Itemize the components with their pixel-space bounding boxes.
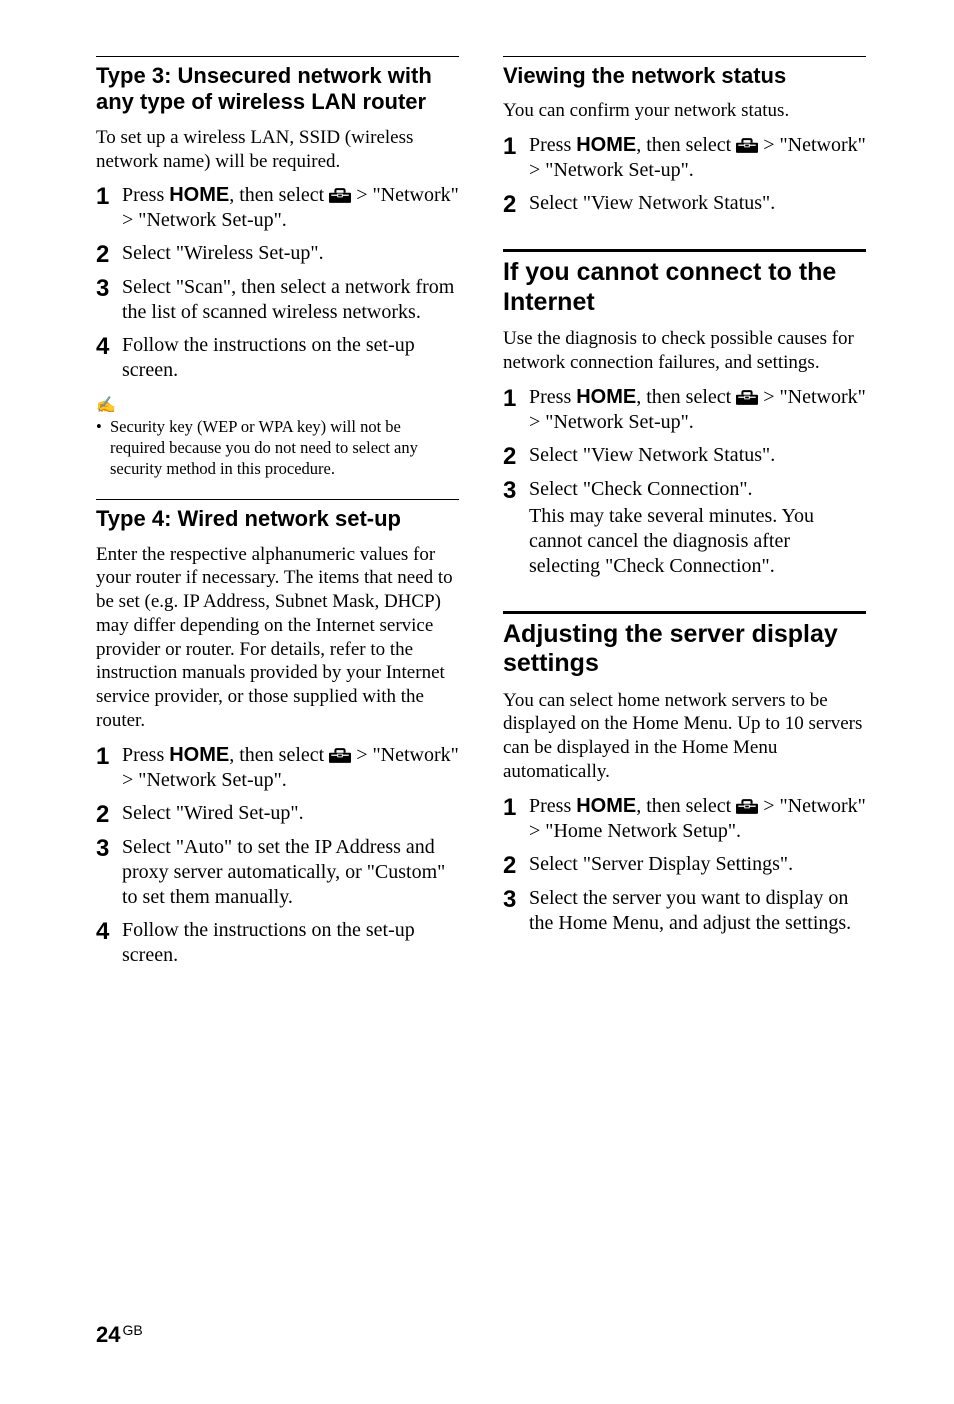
heading-cannot-connect: If you cannot connect to the Internet	[503, 258, 866, 317]
step-text: Select "Wired Set-up".	[122, 801, 304, 826]
toolbox-icon	[329, 188, 351, 203]
toolbox-icon	[329, 748, 351, 763]
step-number: 3	[96, 835, 122, 861]
intro-adjusting: You can select home network servers to b…	[503, 689, 866, 784]
step-text: Follow the instructions on the set-up sc…	[122, 918, 459, 968]
step: 3 Select the server you want to display …	[503, 886, 866, 936]
rule	[503, 56, 866, 57]
step: 2 Select "Wired Set-up".	[96, 801, 459, 827]
note-bullet: • Security key (WEP or WPA key) will not…	[96, 417, 459, 479]
step-number: 2	[503, 191, 529, 217]
step-text: Select "Scan", then select a network fro…	[122, 275, 459, 325]
step: 3 Select "Auto" to set the IP Address an…	[96, 835, 459, 910]
step-text: Select "Auto" to set the IP Address and …	[122, 835, 459, 910]
step-number: 2	[503, 443, 529, 469]
toolbox-icon	[736, 138, 758, 153]
step-number: 1	[96, 743, 122, 769]
step-text: Select "Wireless Set-up".	[122, 241, 324, 266]
step-number: 3	[96, 275, 122, 301]
intro-cannot-connect: Use the diagnosis to check possible caus…	[503, 327, 866, 375]
heavy-rule	[503, 249, 866, 252]
step: 2 Select "Wireless Set-up".	[96, 241, 459, 267]
step-text: Select "Check Connection". This may take…	[529, 477, 866, 579]
step: 3 Select "Scan", then select a network f…	[96, 275, 459, 325]
step-text: Select "Server Display Settings".	[529, 852, 793, 877]
intro-viewing: You can confirm your network status.	[503, 99, 866, 123]
right-column: Viewing the network status You can confi…	[503, 56, 866, 976]
step: 2 Select "View Network Status".	[503, 443, 866, 469]
rule	[96, 56, 459, 57]
toolbox-icon	[736, 390, 758, 405]
step-text: Follow the instructions on the set-up sc…	[122, 333, 459, 383]
step-number: 3	[503, 886, 529, 912]
step-number: 2	[96, 801, 122, 827]
heading-adjusting: Adjusting the server display settings	[503, 620, 866, 679]
step: 2 Select "View Network Status".	[503, 191, 866, 217]
step-text: Press HOME, then select > "Network" > "N…	[122, 183, 459, 233]
step: 4 Follow the instructions on the set-up …	[96, 918, 459, 968]
note-text: Security key (WEP or WPA key) will not b…	[110, 417, 459, 479]
heading-type4: Type 4: Wired network set-up	[96, 506, 459, 532]
step: 1 Press HOME, then select > "Network" > …	[96, 183, 459, 233]
step-number: 3	[503, 477, 529, 503]
step-number: 2	[96, 241, 122, 267]
step-number: 2	[503, 852, 529, 878]
step: 1 Press HOME, then select > "Network" > …	[503, 385, 866, 435]
step: 1 Press HOME, then select > "Network" > …	[503, 794, 866, 844]
step-text: Press HOME, then select > "Network" > "N…	[529, 133, 866, 183]
step-number: 1	[503, 133, 529, 159]
step-text: Select "View Network Status".	[529, 191, 775, 216]
step-text: Press HOME, then select > "Network" > "N…	[122, 743, 459, 793]
intro-type4: Enter the respective alphanumeric values…	[96, 543, 459, 733]
toolbox-icon	[736, 799, 758, 814]
note-icon: ✍	[96, 395, 459, 415]
step-text: Select the server you want to display on…	[529, 886, 866, 936]
step: 1 Press HOME, then select > "Network" > …	[96, 743, 459, 793]
step-number: 4	[96, 333, 122, 359]
step-number: 1	[96, 183, 122, 209]
step: 3 Select "Check Connection". This may ta…	[503, 477, 866, 579]
step-text: Select "View Network Status".	[529, 443, 775, 468]
step-text: Press HOME, then select > "Network" > "H…	[529, 794, 866, 844]
step-number: 4	[96, 918, 122, 944]
step: 4 Follow the instructions on the set-up …	[96, 333, 459, 383]
page-number: 24	[96, 1322, 120, 1347]
step-text: Press HOME, then select > "Network" > "N…	[529, 385, 866, 435]
left-column: Type 3: Unsecured network with any type …	[96, 56, 459, 976]
heavy-rule	[503, 611, 866, 614]
page-footer: 24GB	[96, 1322, 143, 1348]
step: 1 Press HOME, then select > "Network" > …	[503, 133, 866, 183]
step-number: 1	[503, 385, 529, 411]
step: 2 Select "Server Display Settings".	[503, 852, 866, 878]
heading-viewing: Viewing the network status	[503, 63, 866, 89]
intro-type3: To set up a wireless LAN, SSID (wireless…	[96, 126, 459, 174]
page-lang: GB	[122, 1322, 142, 1338]
heading-type3: Type 3: Unsecured network with any type …	[96, 63, 459, 116]
rule	[96, 499, 459, 500]
step-number: 1	[503, 794, 529, 820]
